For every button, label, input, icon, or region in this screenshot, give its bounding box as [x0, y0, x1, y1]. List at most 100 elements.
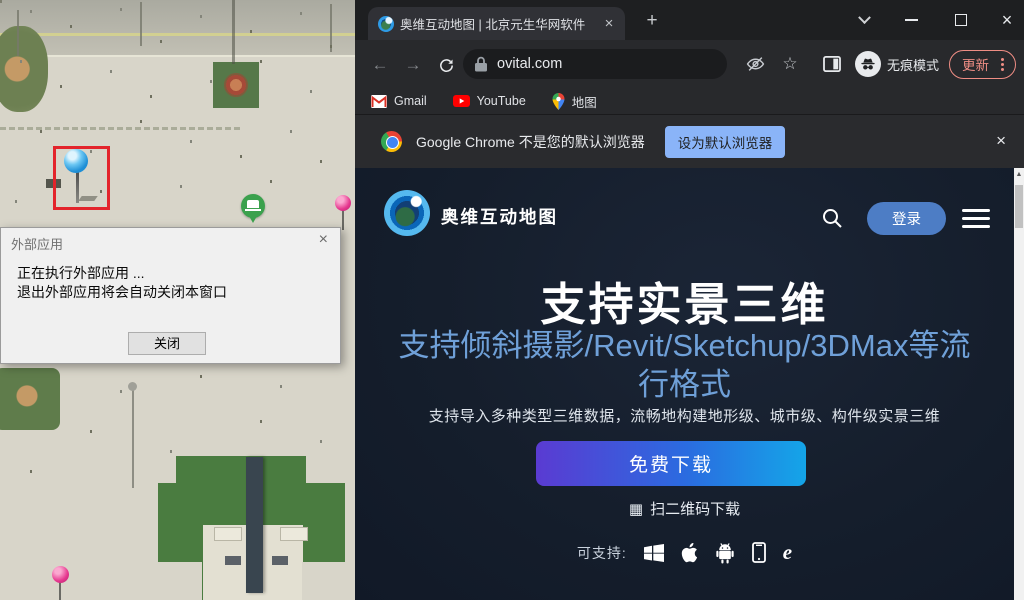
dialog-close-icon[interactable]: × [319, 232, 328, 248]
search-icon [820, 206, 844, 230]
page-scrollbar[interactable]: ▲ [1014, 168, 1024, 600]
reload-button[interactable] [433, 52, 459, 78]
lock-icon [475, 56, 488, 72]
login-button[interactable]: 登录 [867, 202, 946, 235]
bookmark-youtube[interactable]: YouTube [453, 94, 526, 108]
bookmark-label: 地图 [572, 92, 597, 111]
bookmarks-bar: Gmail YouTube 地图 [355, 88, 1024, 114]
dialog-close-button[interactable]: 关闭 [128, 332, 206, 355]
set-default-browser-button[interactable]: 设为默认浏览器 [665, 126, 785, 158]
map-road-line [0, 33, 355, 36]
side-panel-icon[interactable] [817, 49, 847, 79]
update-label: 更新 [962, 54, 989, 74]
infobar-close-icon[interactable]: × [996, 131, 1006, 151]
hero-subheading: 支持倾斜摄影/Revit/Sketchup/3DMax等流行格式 [392, 326, 977, 404]
selection-highlight-rect [53, 146, 110, 210]
bookmark-gmail[interactable]: Gmail [371, 94, 427, 108]
tab-search-button[interactable] [844, 0, 884, 40]
supported-platforms: 可支持: e [355, 540, 1014, 565]
url-text: ovital.com [497, 56, 562, 72]
address-bar[interactable]: ovital.com [463, 49, 727, 79]
pink-map-pin-bottom[interactable] [52, 566, 69, 583]
map-lamppost-tall [132, 388, 134, 488]
map-garden-topleft [0, 26, 48, 112]
browser-tab[interactable]: 奥维互动地图 | 北京元生华网软件 × [368, 7, 625, 40]
map-fence-line [0, 55, 355, 57]
close-icon: × [1002, 11, 1013, 29]
tab-close-icon[interactable]: × [601, 16, 617, 32]
bookmark-label: YouTube [477, 94, 526, 108]
webpage-ovital: 奥维互动地图 登录 支持实景三维 支持倾斜摄影/Revit/Sketchup/3… [355, 168, 1024, 600]
dialog-title: 外部应用 [11, 234, 63, 253]
map-garden-left [0, 368, 60, 430]
minimize-icon [905, 19, 918, 21]
close-window-button[interactable]: × [987, 0, 1024, 40]
qr-code-icon: ▦ [629, 501, 643, 518]
monument-structure [272, 556, 288, 565]
landmark-icon [247, 200, 259, 208]
maps-icon [552, 93, 565, 110]
bookmark-star-icon[interactable]: ☆ [775, 49, 805, 79]
monument-shadow-column [246, 457, 263, 593]
browser-toolbar: ← → ovital.com ☆ [355, 40, 1024, 88]
windows-icon [644, 544, 664, 562]
internet-explorer-icon: e [783, 540, 792, 565]
green-poi-marker[interactable] [241, 194, 265, 218]
ovital-logo[interactable] [384, 190, 430, 236]
bookmark-label: Gmail [394, 94, 427, 108]
android-icon [715, 542, 735, 564]
site-header: 奥维互动地图 登录 [355, 168, 1024, 240]
map-flowerbed [224, 73, 248, 97]
site-search-button[interactable] [820, 206, 844, 230]
hamburger-menu-icon[interactable] [962, 209, 990, 228]
maximize-icon [955, 14, 967, 26]
pink-pin-stick [342, 210, 344, 230]
map-flagpole-shadow [232, 0, 235, 64]
toolbar-right-cluster: ☆ 无痕模式 更新 [741, 40, 1024, 88]
infobar-message: Google Chrome 不是您的默认浏览器 [416, 132, 645, 152]
external-app-dialog: 外部应用 × 正在执行外部应用 ... 退出外部应用将会自动关闭本窗口 关闭 [0, 227, 341, 364]
monument-terrace [280, 527, 308, 541]
chrome-logo-icon [381, 131, 402, 152]
monument-step-left [158, 562, 202, 600]
incognito-mode-label: 无痕模式 [887, 55, 939, 74]
hero-description: 支持导入多种类型三维数据，流畅地构建地形级、城市级、构件级实景三维 [355, 405, 1014, 426]
pink-pin-stick [59, 582, 61, 600]
bookmark-maps[interactable]: 地图 [552, 92, 597, 111]
pink-map-pin-right[interactable] [335, 195, 351, 211]
monument-terrace [214, 527, 242, 541]
hero-heading: 支持实景三维 [355, 268, 1014, 333]
dialog-message-line1: 正在执行外部应用 ... [17, 264, 227, 283]
map-lamppost [17, 10, 19, 56]
monument-green-step [176, 456, 306, 486]
monument-structure [225, 556, 241, 565]
incognito-icon [860, 57, 876, 71]
default-browser-infobar: Google Chrome 不是您的默认浏览器 设为默认浏览器 × [355, 114, 1024, 168]
map-lamppost-top [128, 382, 137, 391]
eye-off-icon[interactable] [741, 49, 771, 79]
site-brand-title: 奥维互动地图 [441, 204, 558, 229]
dialog-message: 正在执行外部应用 ... 退出外部应用将会自动关闭本窗口 [17, 264, 227, 302]
maximize-button[interactable] [941, 0, 981, 40]
update-chrome-button[interactable]: 更新 [949, 50, 1016, 79]
screen: 外部应用 × 正在执行外部应用 ... 退出外部应用将会自动关闭本窗口 关闭 奥… [0, 0, 1024, 600]
scan-qr-download[interactable]: ▦ 扫二维码下载 [355, 498, 1014, 519]
qr-label: 扫二维码下载 [650, 501, 740, 518]
scroll-up-arrow[interactable]: ▲ [1014, 171, 1024, 178]
forward-button[interactable]: → [400, 52, 426, 78]
tab-title: 奥维互动地图 | 北京元生华网软件 [400, 14, 595, 33]
map-flag-square [213, 62, 259, 108]
browser-window: 奥维互动地图 | 北京元生华网软件 × + × ← → ovital.com [355, 0, 1024, 600]
youtube-icon [453, 95, 470, 107]
scrollbar-thumb[interactable] [1015, 185, 1023, 228]
map-people-specks [0, 0, 2, 3]
free-download-button[interactable]: 免费下载 [536, 441, 806, 486]
gmail-icon [371, 95, 387, 108]
map-road [0, 0, 355, 56]
map-lamppost [140, 2, 142, 46]
menu-dots-icon[interactable] [993, 55, 1011, 73]
new-tab-button[interactable]: + [640, 9, 664, 33]
minimize-button[interactable] [891, 0, 931, 40]
back-button[interactable]: ← [367, 52, 393, 78]
ovital-favicon-icon [378, 16, 394, 32]
